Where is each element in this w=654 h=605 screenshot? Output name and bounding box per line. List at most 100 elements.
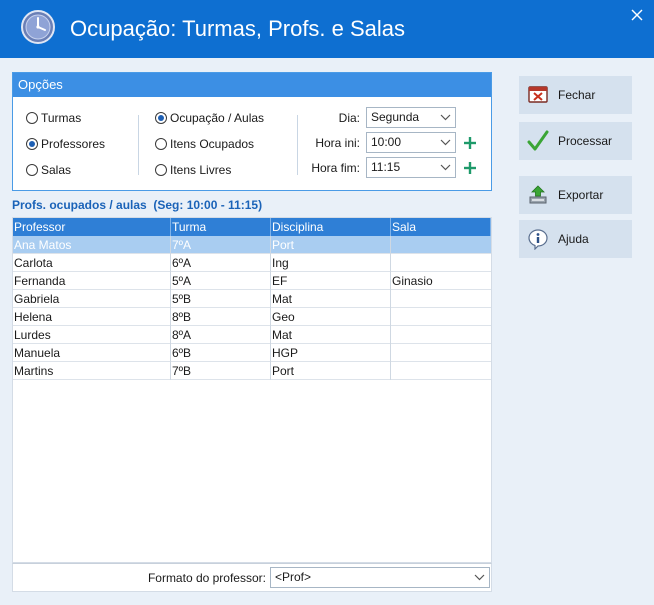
column-header-professor[interactable]: Professor — [13, 218, 171, 236]
table-row[interactable]: Carlota 6ºA Ing — [13, 254, 491, 272]
close-button-label: Fechar — [558, 88, 596, 102]
cell-sala — [391, 344, 491, 362]
radio-itens-livres[interactable]: Itens Livres — [155, 163, 231, 177]
radio-turmas[interactable]: Turmas — [26, 111, 81, 125]
cell-disciplina: Port — [271, 236, 391, 254]
cell-sala — [391, 290, 491, 308]
process-button-label: Processar — [558, 134, 613, 148]
cell-disciplina: Geo — [271, 308, 391, 326]
help-button-label: Ajuda — [558, 232, 589, 246]
table-row[interactable]: Helena 8ºB Geo — [13, 308, 491, 326]
radio-itens-livres-label: Itens Livres — [170, 163, 232, 177]
radio-salas-circle — [26, 164, 38, 176]
close-box-icon — [528, 86, 548, 103]
table-row[interactable]: Ana Matos 7ºA Port — [13, 236, 491, 254]
chevron-down-icon — [474, 574, 485, 581]
day-label: Dia: — [338, 111, 360, 125]
cell-sala — [391, 362, 491, 380]
radio-itens-livres-circle — [155, 164, 167, 176]
cell-professor: Manuela — [13, 344, 171, 362]
table-row[interactable]: Martins 7ºB Port — [13, 362, 491, 380]
table-row[interactable]: Manuela 6ºB HGP — [13, 344, 491, 362]
cell-disciplina: Port — [271, 362, 391, 380]
cell-professor: Helena — [13, 308, 171, 326]
export-button-label: Exportar — [558, 188, 604, 202]
cell-disciplina: HGP — [271, 344, 391, 362]
format-label: Formato do professor: — [147, 571, 266, 585]
start-time-select[interactable]: 10:00 — [366, 132, 456, 153]
end-time-value: 11:15 — [371, 160, 401, 174]
close-icon[interactable] — [630, 8, 644, 22]
table-row[interactable]: Gabriela 5ºB Mat — [13, 290, 491, 308]
radio-itens-ocupados-label: Itens Ocupados — [170, 137, 255, 151]
clock-icon — [21, 10, 55, 44]
title-bar: Ocupação: Turmas, Profs. e Salas — [0, 0, 654, 58]
close-button[interactable]: Fechar — [519, 76, 632, 114]
start-time-label: Hora ini: — [315, 136, 360, 150]
cell-turma: 8ºA — [171, 326, 271, 344]
cell-disciplina: Mat — [271, 326, 391, 344]
radio-professores[interactable]: Professores — [26, 137, 105, 151]
day-select[interactable]: Segunda — [366, 107, 456, 128]
column-header-disciplina[interactable]: Disciplina — [271, 218, 391, 236]
column-header-sala[interactable]: Sala — [391, 218, 491, 236]
cell-professor: Fernanda — [13, 272, 171, 290]
options-divider-2 — [297, 115, 298, 175]
cell-sala — [391, 308, 491, 326]
cell-professor: Lurdes — [13, 326, 171, 344]
cell-professor: Gabriela — [13, 290, 171, 308]
cell-turma: 7ºA — [171, 236, 271, 254]
process-button[interactable]: Processar — [519, 122, 632, 160]
radio-ocupacao-aulas[interactable]: Ocupação / Aulas — [155, 111, 264, 125]
end-time-select[interactable]: 11:15 — [366, 157, 456, 178]
table-row[interactable]: Lurdes 8ºA Mat — [13, 326, 491, 344]
table-header: Professor Turma Disciplina Sala — [13, 218, 491, 236]
cell-turma: 5ºB — [171, 290, 271, 308]
radio-ocupacao-aulas-circle — [155, 112, 167, 124]
cell-professor: Martins — [13, 362, 171, 380]
options-panel: Opções Turmas Professores Salas Ocupação… — [12, 72, 492, 191]
options-header: Opções — [13, 73, 491, 97]
occupancy-table: Professor Turma Disciplina Sala Ana Mato… — [12, 217, 492, 563]
export-button[interactable]: Exportar — [519, 176, 632, 214]
checkmark-icon — [527, 130, 549, 151]
help-button[interactable]: Ajuda — [519, 220, 632, 258]
day-select-value: Segunda — [371, 110, 420, 124]
radio-itens-ocupados-circle — [155, 138, 167, 150]
grid-title: Profs. ocupados / aulas (Seg: 10:00 - 11… — [12, 198, 263, 212]
cell-turma: 5ºA — [171, 272, 271, 290]
cell-disciplina: Ing — [271, 254, 391, 272]
cell-disciplina: EF — [271, 272, 391, 290]
window-title: Ocupação: Turmas, Profs. e Salas — [70, 16, 406, 41]
radio-professores-label: Professores — [41, 137, 106, 151]
info-icon — [528, 229, 548, 250]
cell-sala — [391, 236, 491, 254]
table-footer: Formato do professor: <Prof> — [12, 563, 492, 592]
cell-turma: 6ºB — [171, 344, 271, 362]
add-end-time-icon[interactable] — [464, 162, 476, 174]
chevron-down-icon — [440, 114, 451, 121]
radio-ocupacao-aulas-label: Ocupação / Aulas — [170, 111, 265, 125]
radio-professores-circle — [26, 138, 38, 150]
cell-turma: 6ºA — [171, 254, 271, 272]
radio-turmas-label: Turmas — [41, 111, 82, 125]
cell-professor: Ana Matos — [13, 236, 171, 254]
chevron-down-icon — [440, 139, 451, 146]
cell-sala — [391, 254, 491, 272]
options-divider — [138, 115, 139, 175]
radio-turmas-circle — [26, 112, 38, 124]
cell-professor: Carlota — [13, 254, 171, 272]
cell-disciplina: Mat — [271, 290, 391, 308]
cell-turma: 7ºB — [171, 362, 271, 380]
cell-turma: 8ºB — [171, 308, 271, 326]
radio-salas-label: Salas — [41, 163, 72, 177]
column-header-turma[interactable]: Turma — [171, 218, 271, 236]
table-row[interactable]: Fernanda 5ºA EF Ginasio — [13, 272, 491, 290]
format-select-value: <Prof> — [275, 570, 312, 584]
cell-sala: Ginasio — [392, 274, 433, 288]
format-select[interactable]: <Prof> — [270, 567, 490, 588]
radio-itens-ocupados[interactable]: Itens Ocupados — [155, 137, 254, 151]
chevron-down-icon — [440, 164, 451, 171]
radio-salas[interactable]: Salas — [26, 163, 71, 177]
add-start-time-icon[interactable] — [464, 137, 476, 149]
